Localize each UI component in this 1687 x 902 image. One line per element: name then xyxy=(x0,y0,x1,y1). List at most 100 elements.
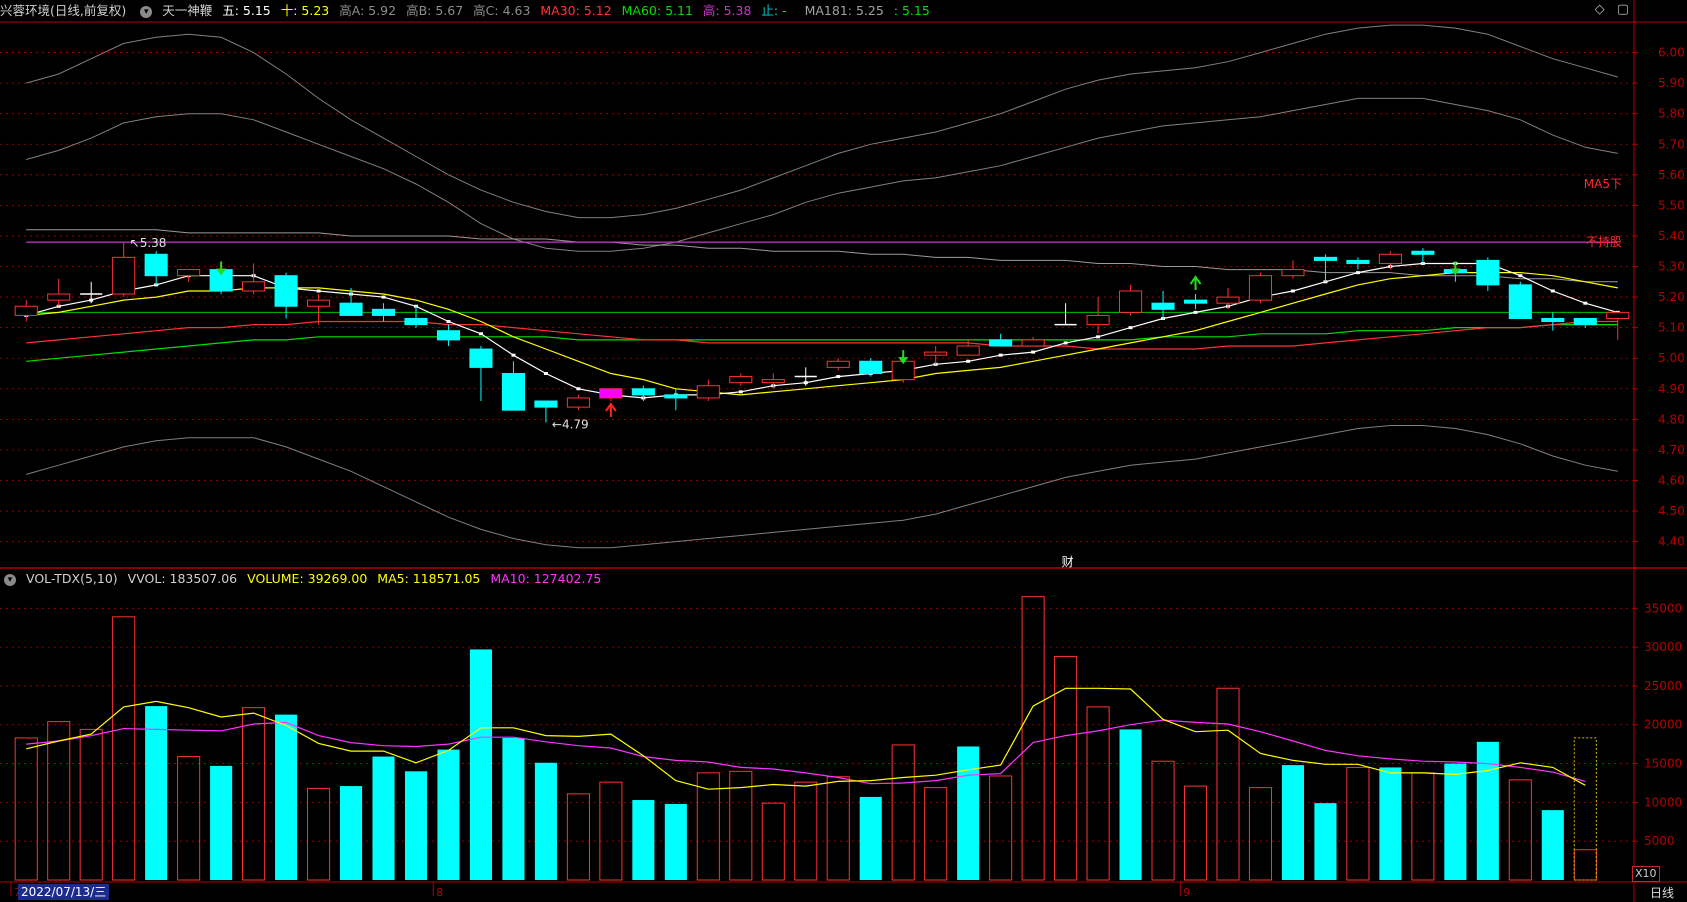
up-arrow-icon xyxy=(605,402,617,418)
volume-bar-down xyxy=(145,706,168,880)
candle-down xyxy=(1541,317,1565,323)
candle-up xyxy=(14,305,38,316)
period-label[interactable]: 日线 xyxy=(1650,884,1674,901)
price-tick-label: 5.90 xyxy=(1658,76,1685,90)
candle-down xyxy=(631,388,655,396)
price-tick-label: 5.70 xyxy=(1658,137,1685,151)
candle-up xyxy=(242,281,266,292)
up-arrow-icon xyxy=(1189,275,1202,291)
volume-bar-up xyxy=(1054,655,1078,881)
candle-up xyxy=(307,299,331,307)
volume-bar-up xyxy=(79,728,103,881)
ma5-dot xyxy=(543,371,548,375)
volume-bar-down xyxy=(404,771,428,880)
volume-bar-up xyxy=(1216,687,1240,881)
price-tick-label: 5.50 xyxy=(1658,198,1685,212)
volume-bar-up xyxy=(47,721,71,881)
candle-up xyxy=(1216,296,1240,304)
candle-up xyxy=(761,379,785,384)
volume-tick-label: 30000 xyxy=(1644,640,1682,654)
ma5-dot xyxy=(1193,310,1198,314)
chart-canvas[interactable]: 4.40 4.50 4.60 4.70 4.80 4.90 5.00 5.10 5.20 5.30… xyxy=(0,0,1687,902)
candle-down xyxy=(534,400,558,408)
ma5-dot xyxy=(316,289,321,293)
candle-up xyxy=(112,256,136,295)
volume-bar-up xyxy=(1248,787,1273,881)
ma5-dot xyxy=(1096,335,1101,339)
candle-down xyxy=(144,253,168,277)
candle-down xyxy=(1151,302,1175,310)
candle-up xyxy=(1119,290,1143,313)
volume-tick-label: 5000 xyxy=(1644,834,1675,848)
volume-bar-up xyxy=(794,781,818,881)
candle-down xyxy=(664,394,688,399)
price-tick-label: 4.90 xyxy=(1658,382,1685,396)
volume-bar-up xyxy=(1086,706,1110,881)
volume-bar-down xyxy=(1476,741,1499,880)
candle-down xyxy=(1411,250,1435,255)
ma5-dot xyxy=(738,390,743,394)
vol-ma10-line xyxy=(26,719,1586,785)
price-tick-label: 5.40 xyxy=(1658,229,1685,243)
price-tick-label: 5.20 xyxy=(1658,290,1685,304)
candle-down xyxy=(1508,284,1532,319)
date-cursor: 2022/07/13/三 xyxy=(18,884,110,900)
ma5-dot xyxy=(1550,289,1555,293)
candle-up xyxy=(177,269,201,277)
volume-bar-down xyxy=(534,762,557,880)
volume-bar-down xyxy=(1314,803,1337,880)
price-tick-label: 4.70 xyxy=(1658,443,1685,457)
candle-down xyxy=(274,275,298,307)
candle-down xyxy=(1573,317,1597,326)
ma5-dot xyxy=(1355,271,1360,275)
ma5-dot xyxy=(381,295,386,299)
volume-bar-up xyxy=(1573,849,1597,881)
volume-bar-down xyxy=(372,756,395,880)
status-label: MA5下 xyxy=(1584,177,1622,191)
volume-bar-down xyxy=(1444,763,1467,880)
volume-bar-down xyxy=(859,796,882,880)
volume-bar-up xyxy=(1508,779,1532,881)
volume-bar-down xyxy=(957,746,980,880)
candle-down xyxy=(339,302,363,316)
candle-down xyxy=(989,339,1013,347)
vol-ma5-line xyxy=(26,687,1586,790)
volume-bar-up xyxy=(1411,772,1435,881)
candle-up xyxy=(956,345,980,356)
price-tick-label: 5.30 xyxy=(1658,260,1685,274)
volume-estimate-box xyxy=(1573,737,1597,881)
candle-down xyxy=(1313,256,1337,261)
volume-bar-down xyxy=(1379,767,1402,880)
candle-up xyxy=(696,385,720,399)
extreme-label: ↖5.38 xyxy=(130,236,167,250)
candle-up xyxy=(1378,253,1402,264)
candle-down xyxy=(501,372,525,411)
volume-bar-up xyxy=(599,781,623,881)
ma5-dot xyxy=(1518,274,1523,278)
candle-up xyxy=(1021,339,1045,347)
zoom-x10-button[interactable]: X10 xyxy=(1632,866,1660,882)
volume-bar-down xyxy=(664,803,687,880)
finance-marker: 财 xyxy=(1062,555,1074,569)
volume-bar-down xyxy=(210,765,233,880)
ma5-dot xyxy=(478,332,483,336)
candle-up xyxy=(566,397,590,408)
volume-bar-up xyxy=(112,616,136,881)
price-tick-label: 5.10 xyxy=(1658,321,1685,335)
price-tick-label: 4.80 xyxy=(1658,412,1685,426)
price-tick-label: 6.00 xyxy=(1658,46,1685,60)
volume-bar-down xyxy=(1281,765,1305,880)
ma5-dot xyxy=(446,320,451,324)
candle-up xyxy=(826,360,850,368)
ma5-dot xyxy=(998,353,1003,357)
price-tick-label: 5.80 xyxy=(1658,107,1685,121)
band-high-a xyxy=(26,24,1618,219)
signal-candle xyxy=(599,388,622,398)
ma5-dot xyxy=(1063,341,1068,345)
volume-bar-up xyxy=(1183,785,1208,881)
candle-up xyxy=(1248,275,1273,301)
candle-down xyxy=(859,360,883,374)
date-tick-label: 9 xyxy=(1183,886,1190,899)
volume-bar-down xyxy=(1541,810,1564,880)
candle-down xyxy=(469,348,493,368)
